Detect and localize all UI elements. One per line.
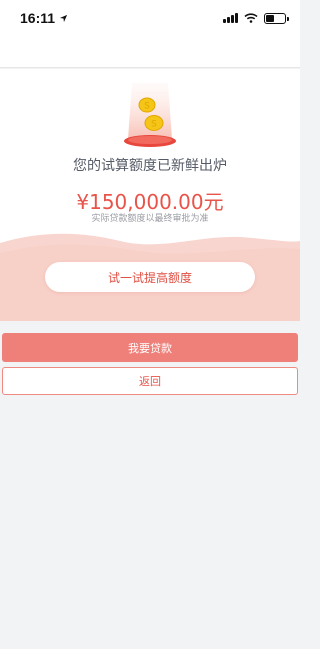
- result-card: S S 您的试算额度已新鲜出炉 ¥150,000.00元 实际贷款额度以最终审批…: [0, 69, 300, 321]
- result-title: 您的试算额度已新鲜出炉: [73, 158, 227, 174]
- back-button[interactable]: 返回: [2, 367, 298, 395]
- status-icons: [223, 12, 289, 24]
- status-time: 16:11: [20, 10, 56, 26]
- raise-limit-button[interactable]: 试一试提高额度: [45, 262, 255, 292]
- battery-icon: [264, 12, 289, 24]
- location-arrow-icon: [59, 14, 68, 22]
- svg-text:S: S: [144, 102, 150, 112]
- apply-loan-button[interactable]: 我要贷款: [2, 333, 298, 362]
- nav-bar: [0, 36, 300, 68]
- coins-illustration-icon: S S: [124, 83, 176, 147]
- status-time-group: 16:11: [20, 10, 68, 26]
- wifi-icon: [244, 13, 258, 23]
- status-bar: 16:11: [0, 0, 300, 36]
- amount-note: 实际贷款额度以最终审批为准: [91, 214, 209, 224]
- signal-icon: [223, 13, 238, 23]
- svg-text:S: S: [151, 120, 157, 130]
